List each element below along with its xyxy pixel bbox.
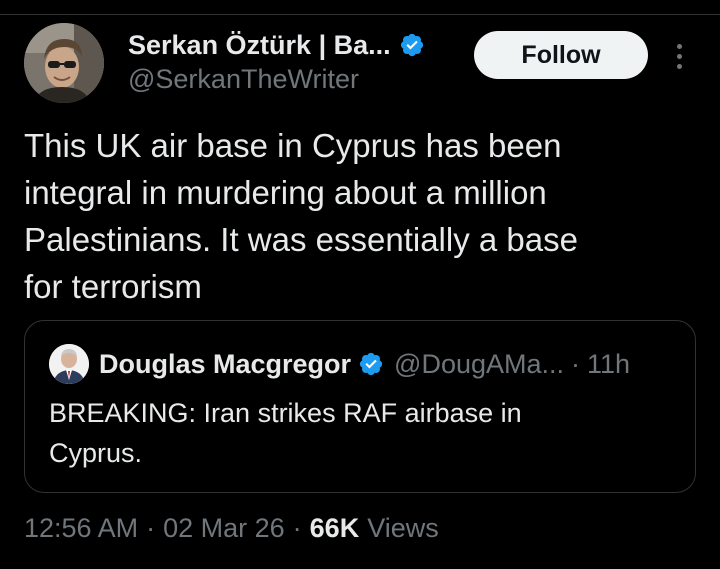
quoted-tweet-card[interactable]: Douglas Macgregor @DougAMa... · 11h BREA… (24, 320, 696, 493)
author-handle[interactable]: @SerkanTheWriter (128, 64, 359, 95)
verified-badge-icon (359, 352, 383, 376)
quoted-timestamp[interactable]: 11h (587, 349, 630, 380)
views-label: Views (367, 512, 439, 543)
top-divider (0, 14, 720, 15)
author-display-name[interactable]: Serkan Öztürk | Ba... (128, 30, 391, 61)
more-dot (676, 53, 682, 59)
quoted-display-name[interactable]: Douglas Macgregor (99, 349, 351, 380)
verified-badge-icon (400, 33, 423, 57)
quoted-author-avatar[interactable] (49, 344, 89, 384)
quoted-tweet-text: BREAKING: Iran strikes RAF airbase in Cy… (49, 398, 522, 468)
tweet-date[interactable]: 02 Mar 26 (163, 513, 285, 544)
more-dot (676, 63, 682, 69)
meta-separator: · (292, 512, 302, 543)
more-dot (676, 43, 682, 49)
follow-button[interactable]: Follow (474, 31, 648, 79)
more-options-icon[interactable] (664, 38, 694, 74)
quoted-separator: · (571, 348, 581, 379)
tweet-text: This UK air base in Cyprus has been inte… (24, 127, 578, 305)
tweet-time[interactable]: 12:56 AM (24, 513, 138, 544)
author-name-row: Serkan Öztürk | Ba... (128, 28, 425, 62)
author-avatar[interactable] (24, 23, 104, 103)
views-count: 66K (309, 512, 360, 543)
meta-separator: · (146, 512, 156, 543)
tweet-metadata: 12:56 AM · 02 Mar 26 · 66K Views (24, 508, 439, 548)
quoted-handle[interactable]: @DougAMa... (394, 349, 564, 380)
quoted-header: Douglas Macgregor @DougAMa... · 11h (99, 346, 630, 382)
